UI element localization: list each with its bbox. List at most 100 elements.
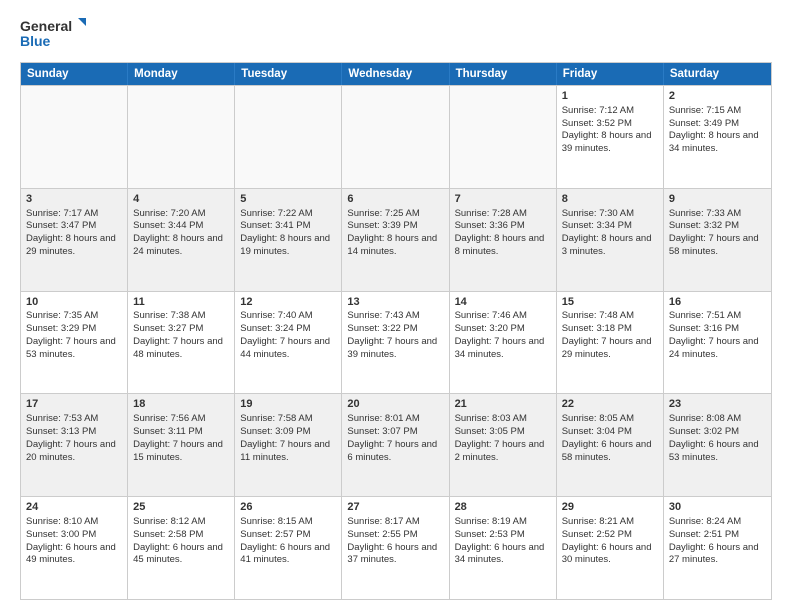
header-cell-sunday: Sunday bbox=[21, 63, 128, 85]
logo-svg: General Blue bbox=[20, 16, 90, 52]
day-info: Daylight: 8 hours and 24 minutes. bbox=[133, 233, 229, 259]
day-info: Sunrise: 7:12 AM bbox=[562, 105, 658, 118]
day-info: Daylight: 7 hours and 48 minutes. bbox=[133, 336, 229, 362]
day-cell-5: 5Sunrise: 7:22 AMSunset: 3:41 PMDaylight… bbox=[235, 189, 342, 291]
day-info: Sunset: 2:57 PM bbox=[240, 529, 336, 542]
day-cell-28: 28Sunrise: 8:19 AMSunset: 2:53 PMDayligh… bbox=[450, 497, 557, 599]
day-info: Sunset: 3:27 PM bbox=[133, 323, 229, 336]
day-info: Sunset: 3:52 PM bbox=[562, 118, 658, 131]
header-cell-tuesday: Tuesday bbox=[235, 63, 342, 85]
day-number: 12 bbox=[240, 295, 336, 310]
day-info: Daylight: 7 hours and 53 minutes. bbox=[26, 336, 122, 362]
day-info: Sunset: 3:20 PM bbox=[455, 323, 551, 336]
day-number: 26 bbox=[240, 500, 336, 515]
day-cell-17: 17Sunrise: 7:53 AMSunset: 3:13 PMDayligh… bbox=[21, 394, 128, 496]
day-cell-16: 16Sunrise: 7:51 AMSunset: 3:16 PMDayligh… bbox=[664, 292, 771, 394]
day-info: Daylight: 6 hours and 34 minutes. bbox=[455, 542, 551, 568]
day-number: 10 bbox=[26, 295, 122, 310]
day-number: 28 bbox=[455, 500, 551, 515]
day-info: Daylight: 6 hours and 41 minutes. bbox=[240, 542, 336, 568]
day-number: 11 bbox=[133, 295, 229, 310]
day-info: Daylight: 8 hours and 39 minutes. bbox=[562, 130, 658, 156]
day-number: 17 bbox=[26, 397, 122, 412]
day-cell-14: 14Sunrise: 7:46 AMSunset: 3:20 PMDayligh… bbox=[450, 292, 557, 394]
day-info: Sunrise: 8:19 AM bbox=[455, 516, 551, 529]
day-number: 30 bbox=[669, 500, 766, 515]
day-info: Sunrise: 8:15 AM bbox=[240, 516, 336, 529]
day-cell-27: 27Sunrise: 8:17 AMSunset: 2:55 PMDayligh… bbox=[342, 497, 449, 599]
day-info: Sunrise: 7:58 AM bbox=[240, 413, 336, 426]
day-info: Sunset: 3:13 PM bbox=[26, 426, 122, 439]
day-info: Sunrise: 8:17 AM bbox=[347, 516, 443, 529]
day-info: Sunset: 3:16 PM bbox=[669, 323, 766, 336]
day-cell-20: 20Sunrise: 8:01 AMSunset: 3:07 PMDayligh… bbox=[342, 394, 449, 496]
day-info: Daylight: 7 hours and 11 minutes. bbox=[240, 439, 336, 465]
svg-text:General: General bbox=[20, 18, 72, 34]
day-number: 25 bbox=[133, 500, 229, 515]
day-info: Sunrise: 8:12 AM bbox=[133, 516, 229, 529]
day-info: Sunset: 3:07 PM bbox=[347, 426, 443, 439]
day-info: Sunset: 3:18 PM bbox=[562, 323, 658, 336]
day-info: Sunset: 2:52 PM bbox=[562, 529, 658, 542]
day-number: 6 bbox=[347, 192, 443, 207]
day-cell-13: 13Sunrise: 7:43 AMSunset: 3:22 PMDayligh… bbox=[342, 292, 449, 394]
day-number: 8 bbox=[562, 192, 658, 207]
empty-cell bbox=[342, 86, 449, 188]
day-info: Daylight: 8 hours and 3 minutes. bbox=[562, 233, 658, 259]
day-cell-8: 8Sunrise: 7:30 AMSunset: 3:34 PMDaylight… bbox=[557, 189, 664, 291]
calendar-grid: SundayMondayTuesdayWednesdayThursdayFrid… bbox=[20, 62, 772, 600]
day-info: Daylight: 8 hours and 8 minutes. bbox=[455, 233, 551, 259]
day-info: Sunset: 3:11 PM bbox=[133, 426, 229, 439]
empty-cell bbox=[450, 86, 557, 188]
day-cell-6: 6Sunrise: 7:25 AMSunset: 3:39 PMDaylight… bbox=[342, 189, 449, 291]
day-info: Daylight: 8 hours and 34 minutes. bbox=[669, 130, 766, 156]
day-cell-24: 24Sunrise: 8:10 AMSunset: 3:00 PMDayligh… bbox=[21, 497, 128, 599]
calendar-body: 1Sunrise: 7:12 AMSunset: 3:52 PMDaylight… bbox=[21, 85, 771, 599]
day-info: Sunset: 3:49 PM bbox=[669, 118, 766, 131]
day-info: Sunrise: 8:10 AM bbox=[26, 516, 122, 529]
day-info: Sunrise: 7:28 AM bbox=[455, 208, 551, 221]
day-info: Sunset: 3:09 PM bbox=[240, 426, 336, 439]
header-cell-monday: Monday bbox=[128, 63, 235, 85]
day-info: Sunrise: 8:24 AM bbox=[669, 516, 766, 529]
day-cell-15: 15Sunrise: 7:48 AMSunset: 3:18 PMDayligh… bbox=[557, 292, 664, 394]
day-info: Sunset: 2:58 PM bbox=[133, 529, 229, 542]
day-cell-18: 18Sunrise: 7:56 AMSunset: 3:11 PMDayligh… bbox=[128, 394, 235, 496]
day-info: Sunrise: 7:25 AM bbox=[347, 208, 443, 221]
day-info: Sunset: 3:00 PM bbox=[26, 529, 122, 542]
day-cell-9: 9Sunrise: 7:33 AMSunset: 3:32 PMDaylight… bbox=[664, 189, 771, 291]
day-cell-19: 19Sunrise: 7:58 AMSunset: 3:09 PMDayligh… bbox=[235, 394, 342, 496]
day-cell-4: 4Sunrise: 7:20 AMSunset: 3:44 PMDaylight… bbox=[128, 189, 235, 291]
day-info: Daylight: 7 hours and 6 minutes. bbox=[347, 439, 443, 465]
empty-cell bbox=[128, 86, 235, 188]
calendar-row-1: 3Sunrise: 7:17 AMSunset: 3:47 PMDaylight… bbox=[21, 188, 771, 291]
day-info: Daylight: 7 hours and 58 minutes. bbox=[669, 233, 766, 259]
day-info: Sunrise: 7:33 AM bbox=[669, 208, 766, 221]
day-info: Sunset: 3:02 PM bbox=[669, 426, 766, 439]
day-info: Daylight: 8 hours and 29 minutes. bbox=[26, 233, 122, 259]
day-info: Sunrise: 7:30 AM bbox=[562, 208, 658, 221]
day-info: Sunrise: 7:20 AM bbox=[133, 208, 229, 221]
day-number: 4 bbox=[133, 192, 229, 207]
header-cell-thursday: Thursday bbox=[450, 63, 557, 85]
day-number: 7 bbox=[455, 192, 551, 207]
day-number: 15 bbox=[562, 295, 658, 310]
day-info: Sunrise: 8:05 AM bbox=[562, 413, 658, 426]
day-cell-23: 23Sunrise: 8:08 AMSunset: 3:02 PMDayligh… bbox=[664, 394, 771, 496]
day-cell-26: 26Sunrise: 8:15 AMSunset: 2:57 PMDayligh… bbox=[235, 497, 342, 599]
day-info: Sunrise: 8:08 AM bbox=[669, 413, 766, 426]
day-cell-2: 2Sunrise: 7:15 AMSunset: 3:49 PMDaylight… bbox=[664, 86, 771, 188]
day-info: Daylight: 6 hours and 49 minutes. bbox=[26, 542, 122, 568]
day-number: 14 bbox=[455, 295, 551, 310]
day-info: Sunrise: 7:15 AM bbox=[669, 105, 766, 118]
calendar-row-3: 17Sunrise: 7:53 AMSunset: 3:13 PMDayligh… bbox=[21, 393, 771, 496]
page-header: General Blue bbox=[20, 16, 772, 52]
day-info: Sunset: 2:55 PM bbox=[347, 529, 443, 542]
day-number: 20 bbox=[347, 397, 443, 412]
day-info: Daylight: 7 hours and 20 minutes. bbox=[26, 439, 122, 465]
day-cell-10: 10Sunrise: 7:35 AMSunset: 3:29 PMDayligh… bbox=[21, 292, 128, 394]
day-info: Sunset: 3:41 PM bbox=[240, 220, 336, 233]
day-number: 29 bbox=[562, 500, 658, 515]
day-info: Sunrise: 7:53 AM bbox=[26, 413, 122, 426]
day-info: Sunrise: 8:03 AM bbox=[455, 413, 551, 426]
